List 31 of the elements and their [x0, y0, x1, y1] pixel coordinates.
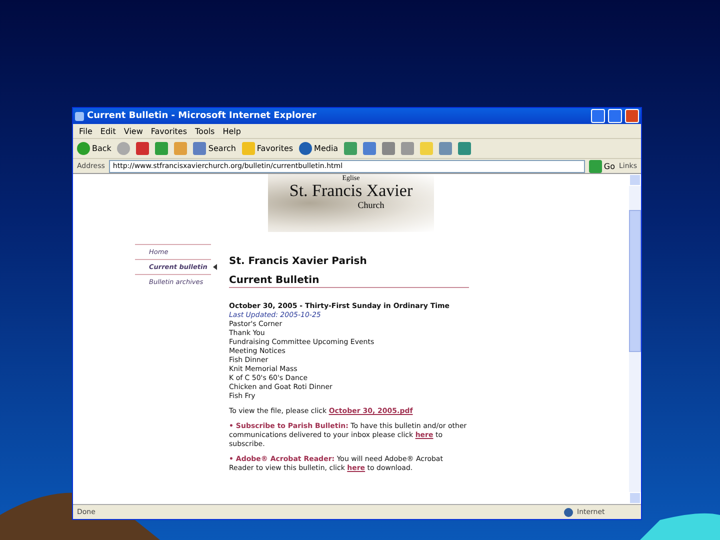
page-title: St. Francis Xavier Parish	[229, 256, 368, 267]
media-button[interactable]: Media	[299, 142, 338, 155]
refresh-button[interactable]	[155, 142, 168, 155]
messenger-button[interactable]	[458, 142, 472, 155]
minimize-button[interactable]	[591, 109, 605, 123]
close-button[interactable]	[625, 109, 639, 123]
mail-button[interactable]	[363, 142, 376, 155]
menu-item[interactable]: View	[124, 126, 143, 136]
print-button[interactable]	[382, 142, 396, 155]
home-button[interactable]	[174, 142, 188, 155]
back-button[interactable]: Back	[77, 142, 112, 155]
maximize-button[interactable]	[608, 109, 622, 123]
menu-item[interactable]: Tools	[195, 126, 215, 136]
favorites-button[interactable]: Favorites	[242, 142, 294, 155]
stop-button[interactable]	[136, 142, 150, 155]
church-name: St. Francis Xavier	[289, 182, 413, 200]
research-button[interactable]	[439, 142, 452, 155]
menu-item[interactable]: Favorites	[150, 126, 188, 136]
banner-text: Church	[358, 200, 384, 210]
history-button[interactable]	[344, 142, 358, 155]
window-title: Current Bulletin - Microsoft Internet Explorer	[87, 111, 318, 121]
menu-item[interactable]: File	[79, 126, 92, 136]
edit-button[interactable]	[401, 142, 414, 155]
browser-icon	[75, 112, 84, 120]
search-button[interactable]: Search	[193, 142, 236, 155]
menu-item[interactable]: Edit	[100, 126, 116, 136]
menu-item[interactable]: Help	[222, 126, 241, 136]
forward-button[interactable]	[117, 142, 130, 155]
section-heading: Current Bulletin	[229, 275, 469, 288]
scrollbar[interactable]	[629, 174, 641, 504]
globe-icon	[564, 508, 573, 516]
